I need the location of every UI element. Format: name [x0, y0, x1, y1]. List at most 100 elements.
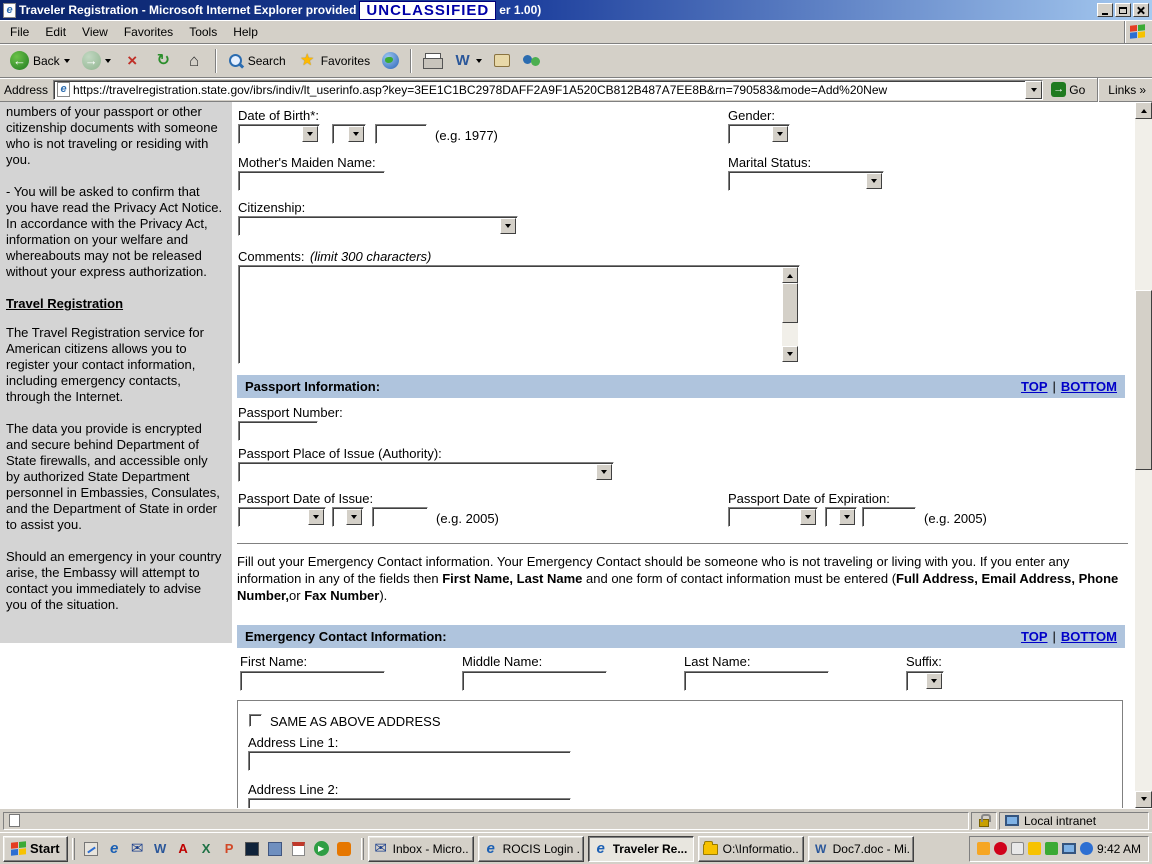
- taskbar-grip[interactable]: [361, 838, 364, 860]
- task-button-inbox[interactable]: ✉ Inbox - Micro...: [368, 836, 474, 862]
- internet-explorer-icon[interactable]: e: [106, 840, 123, 857]
- word-icon[interactable]: W: [152, 840, 169, 857]
- minimize-button[interactable]: [1097, 3, 1113, 17]
- bottom-link[interactable]: BOTTOM: [1061, 629, 1117, 644]
- address-dropdown-icon[interactable]: [1025, 81, 1042, 99]
- show-desktop-icon[interactable]: [83, 840, 100, 857]
- links-toolbar[interactable]: Links »: [1108, 83, 1148, 97]
- suffix-select[interactable]: [906, 671, 944, 691]
- task-button-doc7[interactable]: W Doc7.doc - Mi...: [808, 836, 914, 862]
- scroll-down-icon[interactable]: [1135, 791, 1152, 808]
- menu-view[interactable]: View: [74, 22, 116, 42]
- dropdown-arrow-icon[interactable]: [596, 464, 612, 480]
- terminal-icon[interactable]: [244, 840, 261, 857]
- dropdown-arrow-icon[interactable]: [772, 126, 788, 142]
- task-button-rocis[interactable]: e ROCIS Login ...: [478, 836, 584, 862]
- tray-alert-icon[interactable]: [1028, 842, 1041, 855]
- menu-edit[interactable]: Edit: [37, 22, 74, 42]
- menu-favorites[interactable]: Favorites: [116, 22, 181, 42]
- address-field[interactable]: e https://travelregistration.state.gov/i…: [53, 80, 1043, 100]
- scroll-down-icon[interactable]: [782, 346, 798, 362]
- first-name-input[interactable]: [240, 671, 385, 691]
- menu-help[interactable]: Help: [225, 22, 266, 42]
- forward-button[interactable]: →: [77, 47, 116, 75]
- passport-number-input[interactable]: [238, 421, 318, 441]
- menu-tools[interactable]: Tools: [181, 22, 225, 42]
- edit-dropdown-icon[interactable]: [476, 59, 482, 66]
- tray-network-icon[interactable]: [1045, 842, 1058, 855]
- media-button[interactable]: [377, 47, 404, 75]
- address2-input[interactable]: [248, 798, 571, 808]
- top-link[interactable]: TOP: [1021, 379, 1048, 394]
- dropdown-arrow-icon[interactable]: [348, 126, 364, 142]
- task-button-traveler-active[interactable]: e Traveler Re...: [588, 836, 694, 862]
- dropdown-arrow-icon[interactable]: [800, 509, 816, 525]
- back-button[interactable]: ← Back: [5, 47, 75, 75]
- messenger-button[interactable]: [517, 47, 546, 75]
- dob-month-select[interactable]: [238, 124, 320, 144]
- explorer-window-icon[interactable]: [267, 840, 284, 857]
- media-player-icon[interactable]: ▶: [313, 840, 330, 857]
- scroll-thumb[interactable]: [1135, 290, 1152, 470]
- same-address-checkbox[interactable]: [249, 714, 262, 727]
- dropdown-arrow-icon[interactable]: [500, 218, 516, 234]
- scroll-thumb[interactable]: [782, 283, 798, 323]
- dropdown-arrow-icon[interactable]: [346, 509, 362, 525]
- acrobat-icon[interactable]: A: [175, 840, 192, 857]
- page-scrollbar[interactable]: [1135, 102, 1152, 808]
- issue-year-input[interactable]: [372, 507, 428, 527]
- tray-antivirus-icon[interactable]: [994, 842, 1007, 855]
- app-icon[interactable]: [336, 840, 353, 857]
- go-button[interactable]: → Go: [1048, 81, 1088, 98]
- expiration-day-select[interactable]: [825, 507, 857, 527]
- outlook-icon[interactable]: ✉: [129, 840, 146, 857]
- discuss-button[interactable]: [489, 47, 515, 75]
- issue-month-select[interactable]: [238, 507, 326, 527]
- maiden-name-input[interactable]: [238, 171, 385, 191]
- tray-messenger-icon[interactable]: [1080, 842, 1093, 855]
- scroll-up-icon[interactable]: [1135, 102, 1152, 119]
- taskbar-grip[interactable]: [72, 838, 75, 860]
- passport-place-select[interactable]: [238, 462, 614, 482]
- comments-scrollbar[interactable]: [782, 267, 798, 362]
- expiration-month-select[interactable]: [728, 507, 818, 527]
- edit-with-word-button[interactable]: W: [448, 47, 487, 75]
- tray-hardware-icon[interactable]: [1011, 842, 1024, 855]
- marital-status-select[interactable]: [728, 171, 884, 191]
- dob-year-input[interactable]: [375, 124, 427, 144]
- excel-icon[interactable]: X: [198, 840, 215, 857]
- dropdown-arrow-icon[interactable]: [926, 673, 942, 689]
- dob-day-select[interactable]: [332, 124, 366, 144]
- issue-day-select[interactable]: [332, 507, 364, 527]
- dropdown-arrow-icon[interactable]: [866, 173, 882, 189]
- search-button[interactable]: Search: [223, 47, 291, 75]
- middle-name-input[interactable]: [462, 671, 607, 691]
- top-link[interactable]: TOP: [1021, 629, 1048, 644]
- start-button[interactable]: Start: [3, 836, 68, 862]
- maximize-button[interactable]: [1115, 3, 1131, 17]
- address-url[interactable]: https://travelregistration.state.gov/ibr…: [70, 83, 1025, 97]
- expiration-year-input[interactable]: [862, 507, 916, 527]
- refresh-button[interactable]: ↻: [149, 47, 178, 75]
- calendar-icon[interactable]: [290, 840, 307, 857]
- forward-dropdown-icon[interactable]: [105, 59, 111, 66]
- tray-display-icon[interactable]: [1062, 843, 1076, 854]
- gender-select[interactable]: [728, 124, 790, 144]
- comments-textarea[interactable]: [238, 265, 800, 364]
- tray-warning-icon[interactable]: [977, 842, 990, 855]
- stop-button[interactable]: ×: [118, 47, 147, 75]
- scroll-up-icon[interactable]: [782, 267, 798, 283]
- back-dropdown-icon[interactable]: [64, 59, 70, 66]
- bottom-link[interactable]: BOTTOM: [1061, 379, 1117, 394]
- last-name-input[interactable]: [684, 671, 829, 691]
- dropdown-arrow-icon[interactable]: [308, 509, 324, 525]
- taskbar-clock[interactable]: 9:42 AM: [1097, 842, 1141, 856]
- menu-file[interactable]: File: [2, 22, 37, 42]
- dropdown-arrow-icon[interactable]: [839, 509, 855, 525]
- home-button[interactable]: ⌂: [180, 47, 209, 75]
- print-button[interactable]: [418, 47, 446, 75]
- address1-input[interactable]: [248, 751, 571, 771]
- favorites-button[interactable]: ★ Favorites: [293, 47, 375, 75]
- dropdown-arrow-icon[interactable]: [302, 126, 318, 142]
- close-button[interactable]: [1133, 3, 1149, 17]
